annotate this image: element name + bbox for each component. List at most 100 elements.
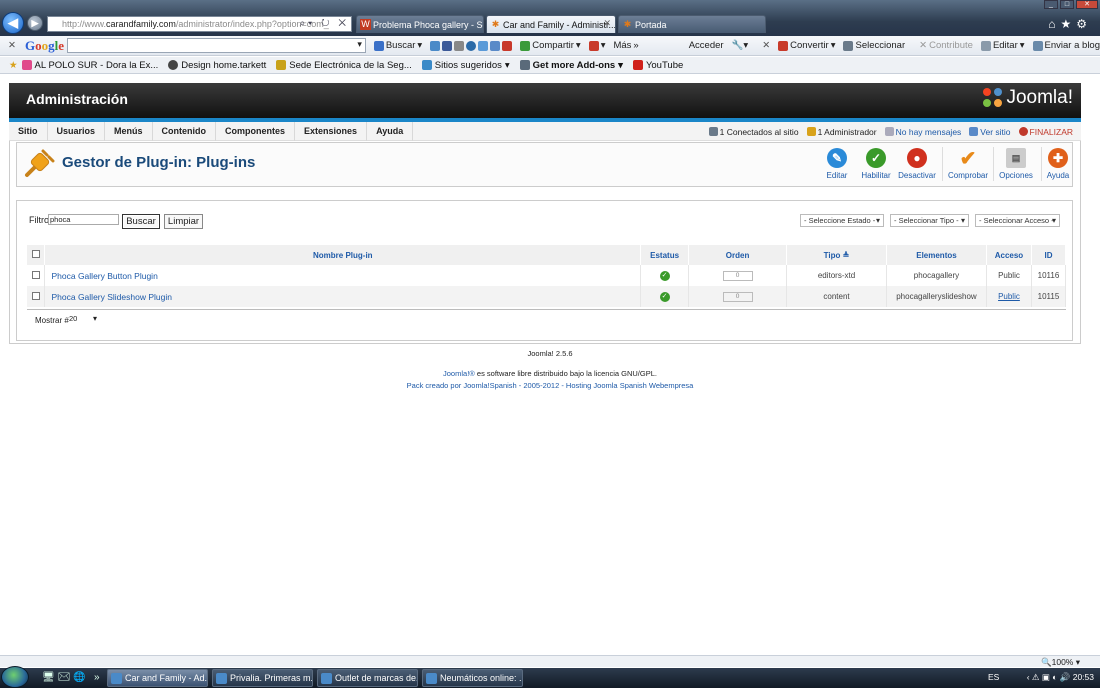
col-access[interactable]: Acceso: [986, 245, 1032, 265]
bookmark-sede[interactable]: Sede Electrónica de la Seg...: [276, 60, 412, 71]
filter-input[interactable]: phoca: [48, 214, 119, 225]
task-outlet[interactable]: Outlet de marcas de...: [317, 669, 418, 687]
page-content: Administración Joomla! Sitio Usuarios Me…: [0, 75, 1100, 655]
menu-extensiones[interactable]: Extensiones: [295, 121, 368, 141]
bookmark-label: Design home.tarkett: [181, 59, 267, 71]
close-toolbar-icon[interactable]: ✕: [8, 40, 16, 51]
row-checkbox[interactable]: [31, 291, 40, 300]
menu-componentes[interactable]: Componentes: [216, 121, 296, 141]
order-input[interactable]: 0: [722, 292, 753, 302]
bookmark-polo-sur[interactable]: AL POLO SUR - Dora la Ex...: [21, 60, 158, 71]
tab-portada[interactable]: ✱ Portada: [618, 15, 766, 33]
plugin-name-link[interactable]: Phoca Gallery Slideshow Plugin: [44, 286, 642, 307]
filter-label: Filtro: [29, 215, 49, 225]
menu-menus[interactable]: Menús: [105, 121, 153, 141]
bookmark-design[interactable]: Design home.tarkett: [168, 60, 266, 71]
col-id[interactable]: ID: [1031, 245, 1067, 265]
share-button[interactable]: Compartir ▾: [520, 40, 581, 51]
task-car-and-family[interactable]: Car and Family - Ad...: [107, 669, 208, 687]
address-bar[interactable]: http://www. carandfamily.com/administrato…: [47, 16, 352, 32]
tools-menu-button[interactable]: ▾: [588, 40, 605, 51]
bookmark-sitios-sugeridos[interactable]: Sitios sugeridos ▾: [421, 60, 510, 71]
order-input[interactable]: 0: [722, 271, 753, 281]
address-icons[interactable]: ⌕▾ ↻ ✕: [300, 18, 349, 29]
disable-icon: ●: [907, 148, 927, 168]
forward-button[interactable]: ▶: [27, 15, 43, 31]
contribute-button[interactable]: ✕ Contribute: [919, 40, 973, 51]
tab-car-and-family[interactable]: ✱ Car and Family - Administr... ✕: [486, 15, 616, 33]
convert-button[interactable]: Convertir ▾: [778, 40, 835, 51]
start-button[interactable]: [1, 666, 29, 688]
google-search-input[interactable]: [67, 38, 366, 53]
joomla-link[interactable]: Joomla!®: [443, 369, 475, 378]
joomla-logo[interactable]: Joomla!: [983, 87, 1073, 109]
close-window-button[interactable]: ✕: [1076, 0, 1098, 9]
home-star-gear-icons[interactable]: ⌂★⚙: [1048, 17, 1092, 31]
messages-link[interactable]: No hay mensajes: [884, 126, 962, 137]
view-site-link[interactable]: Ver sitio: [969, 126, 1011, 137]
tab-problema-phoca[interactable]: W Problema Phoca gallery - Servi...: [356, 15, 484, 33]
col-order[interactable]: Orden: [688, 245, 788, 265]
menu-contenido[interactable]: Contenido: [153, 121, 217, 141]
enabled-icon[interactable]: ✓: [659, 271, 670, 281]
logout-link[interactable]: FINALIZAR: [1018, 126, 1073, 137]
col-status[interactable]: Estatus: [640, 245, 690, 265]
quicklaunch-more-icon[interactable]: »: [94, 672, 100, 683]
table-footer-divider: [27, 309, 1066, 310]
checkin-button[interactable]: ✔ Comprobar: [945, 148, 991, 181]
login-label: Acceder: [688, 40, 724, 51]
search-button[interactable]: Buscar: [122, 214, 160, 229]
language-indicator[interactable]: ES: [988, 672, 999, 682]
col-element[interactable]: Elementos: [886, 245, 987, 265]
state-select[interactable]: - Seleccione Estado -: [800, 214, 884, 227]
options-button[interactable]: ▤ Opciones: [993, 148, 1039, 180]
enabled-icon[interactable]: ✓: [659, 292, 670, 302]
close-tab-icon[interactable]: ✕: [603, 18, 611, 29]
edit-label: Editar: [826, 171, 848, 180]
row-checkbox[interactable]: [31, 270, 40, 279]
more-button[interactable]: Más »: [613, 40, 638, 51]
users-icon: [708, 126, 718, 136]
plugin-name-link[interactable]: Phoca Gallery Button Plugin: [44, 265, 642, 286]
pack-credit-link[interactable]: Pack creado por Joomla!Spanish - 2005-20…: [0, 381, 1100, 390]
task-neumaticos[interactable]: Neumáticos online: ...: [422, 669, 523, 687]
bookmark-addons[interactable]: Get more Add-ons ▾: [519, 60, 623, 71]
menu-ayuda[interactable]: Ayuda: [367, 121, 414, 141]
plugin-icon: [25, 149, 55, 177]
login-button[interactable]: Acceder: [689, 40, 724, 51]
google-search-button[interactable]: Buscar ▾: [373, 40, 422, 51]
help-button[interactable]: ✚ Ayuda: [1035, 148, 1081, 180]
toolbar-shortcut-icons[interactable]: [430, 40, 513, 51]
show-select[interactable]: 20: [68, 314, 98, 325]
maximize-button[interactable]: □: [1060, 0, 1074, 9]
select-all-checkbox[interactable]: [31, 250, 40, 258]
edit-button[interactable]: Editar ▾: [980, 40, 1025, 51]
type-select[interactable]: - Seleccionar Tipo -: [890, 214, 969, 227]
clear-button[interactable]: Limpiar: [164, 214, 203, 229]
checkin-label: Comprobar: [947, 171, 988, 180]
minimize-button[interactable]: _: [1044, 0, 1058, 9]
wrench-icon[interactable]: 🔧▾: [732, 40, 749, 51]
menu-usuarios[interactable]: Usuarios: [48, 121, 106, 141]
disable-button[interactable]: ● Desactivar: [894, 148, 940, 180]
tray-icons[interactable]: ‹ ⚠ ▣ ◐ 🔊: [1027, 672, 1073, 682]
send-to-blog-button[interactable]: Enviar a blog: [1032, 40, 1100, 51]
col-type[interactable]: Tipo ≜: [786, 245, 887, 265]
messages-text: No hay mensajes: [895, 126, 962, 137]
menu-sitio[interactable]: Sitio: [9, 121, 48, 141]
gmail-icon: [502, 40, 513, 51]
access-link[interactable]: Public: [998, 292, 1020, 301]
close-icon[interactable]: ✕: [762, 40, 770, 51]
enable-button[interactable]: ✓ Habilitar: [853, 148, 899, 180]
logout-icon: [1018, 126, 1028, 136]
favorites-star-icon[interactable]: ★: [9, 60, 18, 71]
access-select[interactable]: - Seleccionar Acceso -: [975, 214, 1060, 227]
quicklaunch-icons[interactable]: 🖥 ✉ 🌐: [42, 672, 85, 683]
zoom-level[interactable]: 🔍100% ▾: [1041, 657, 1080, 668]
task-privalia[interactable]: Privalia. Primeras m...: [212, 669, 313, 687]
bookmark-youtube[interactable]: YouTube: [632, 60, 683, 71]
clock[interactable]: 20:53: [1073, 672, 1094, 682]
back-button[interactable]: ◀: [2, 12, 24, 34]
col-name[interactable]: Nombre Plug-in: [44, 245, 642, 265]
select-button[interactable]: Seleccionar: [843, 40, 905, 51]
